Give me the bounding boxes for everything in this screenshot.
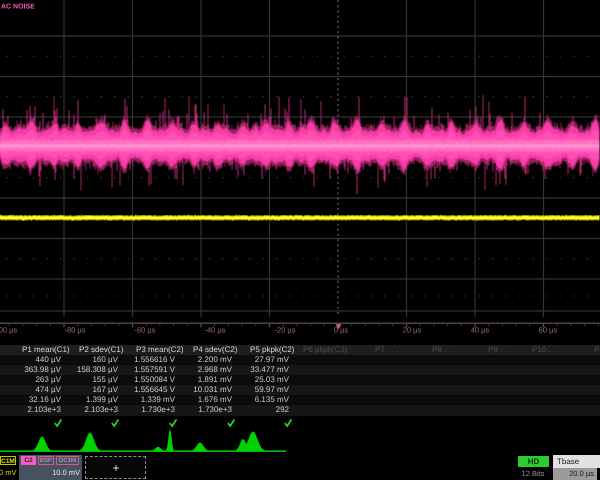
svg-text:-20 µs: -20 µs <box>275 326 296 335</box>
svg-text:60 µs: 60 µs <box>539 326 558 335</box>
svg-text:40 µs: 40 µs <box>471 326 490 335</box>
svg-text:00 µs: 00 µs <box>0 326 17 335</box>
svg-text:AC NOISE: AC NOISE <box>1 4 35 11</box>
svg-text:-80 µs: -80 µs <box>65 326 86 335</box>
svg-text:0 µs: 0 µs <box>334 326 349 335</box>
svg-text:-60 µs: -60 µs <box>135 326 156 335</box>
svg-text:20 µs: 20 µs <box>403 326 422 335</box>
svg-text:-40 µs: -40 µs <box>205 326 226 335</box>
